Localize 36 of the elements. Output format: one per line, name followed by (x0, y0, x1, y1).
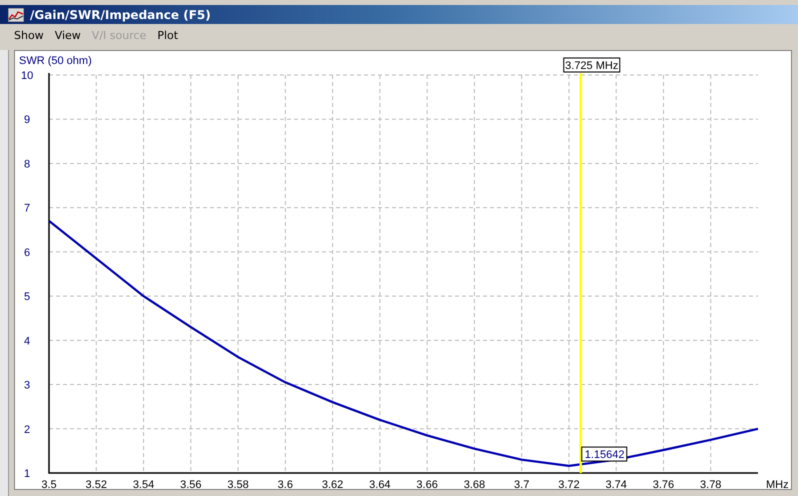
tick-label: 3.64 (369, 479, 391, 489)
tick-label: 6 (24, 246, 30, 259)
tick-label: 3.78 (700, 479, 722, 489)
tick-label: 2 (24, 424, 30, 436)
tick-label: 7 (24, 202, 30, 215)
cursor-line[interactable] (580, 73, 582, 473)
axis-title: SWR (50 ohm) (19, 55, 92, 67)
window-title: /Gain/SWR/Impedance (F5) (30, 8, 211, 22)
tick-label: 5 (24, 291, 30, 304)
menu-item[interactable]: Plot (157, 28, 178, 42)
tick-label: 1 (24, 468, 30, 480)
tick-label: 3.74 (606, 479, 627, 489)
menu-item[interactable]: View (54, 28, 81, 42)
tick-label: 3.58 (227, 479, 249, 489)
tick-label: 3.7 (514, 479, 530, 489)
tick-label: 4 (24, 335, 30, 348)
tick-label: 3.56 (180, 479, 202, 489)
frequency-label: 3.725 MHz (563, 58, 620, 72)
tick-label: 3.66 (416, 479, 438, 489)
tick-label: 9 (24, 114, 30, 126)
tick-label: 10 (21, 70, 34, 82)
annotation: 1.15642 (584, 449, 625, 462)
tick-label: 3.76 (652, 479, 674, 489)
tick-label: 3.54 (132, 479, 154, 489)
tick-label: 3 (24, 380, 30, 392)
axis-title: MHz (766, 479, 789, 489)
tick-label: 3.52 (86, 479, 107, 489)
graph-icon (8, 8, 24, 22)
tick-label: 3.6 (278, 479, 293, 489)
tick-label: 8 (24, 158, 30, 170)
menu-item[interactable]: Show (14, 28, 44, 42)
tick-label: 3.62 (322, 479, 344, 489)
tick-label: 3.5 (41, 479, 57, 489)
tick-label: 3.68 (464, 479, 486, 489)
tick-label: 3.72 (558, 479, 580, 489)
value-label: 1.15642 (581, 446, 628, 462)
